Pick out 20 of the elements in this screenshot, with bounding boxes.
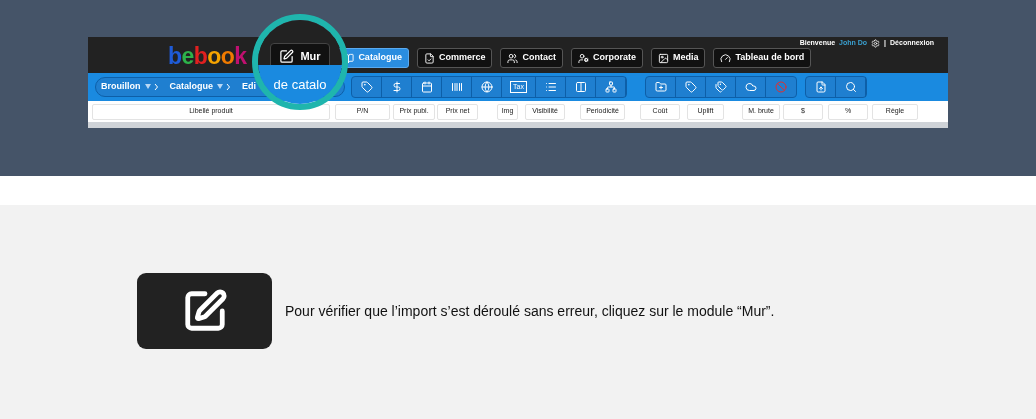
settings-icon[interactable] [871, 38, 881, 48]
caret-icon[interactable] [217, 84, 230, 90]
breadcrumb-item[interactable]: Brouillon [101, 80, 141, 94]
image-icon [657, 52, 669, 64]
user-gear-icon [577, 52, 589, 64]
module-tab[interactable]: Corporate [570, 48, 643, 68]
instruction-text: Pour vérifier que l’import s’est déroulé sans erreur, cliquez sur le module “Mur”. [285, 302, 775, 321]
logo: bebook [168, 43, 247, 69]
breadcrumb-item[interactable]: Catalogue [169, 80, 213, 94]
form-icon [423, 52, 435, 64]
module-tab[interactable]: Commerce [416, 48, 493, 68]
breadcrumb-item[interactable]: Edi [242, 80, 257, 94]
module-tab[interactable]: Tableau de bord [713, 48, 812, 68]
caret-icon[interactable] [144, 84, 158, 90]
edit-icon [279, 48, 295, 64]
module-tab[interactable]: Contact [500, 48, 563, 68]
gauge-icon [720, 52, 732, 64]
users-icon [507, 52, 519, 64]
magnified-text: de catalo [273, 76, 327, 94]
module-tab[interactable]: Media [650, 48, 706, 68]
